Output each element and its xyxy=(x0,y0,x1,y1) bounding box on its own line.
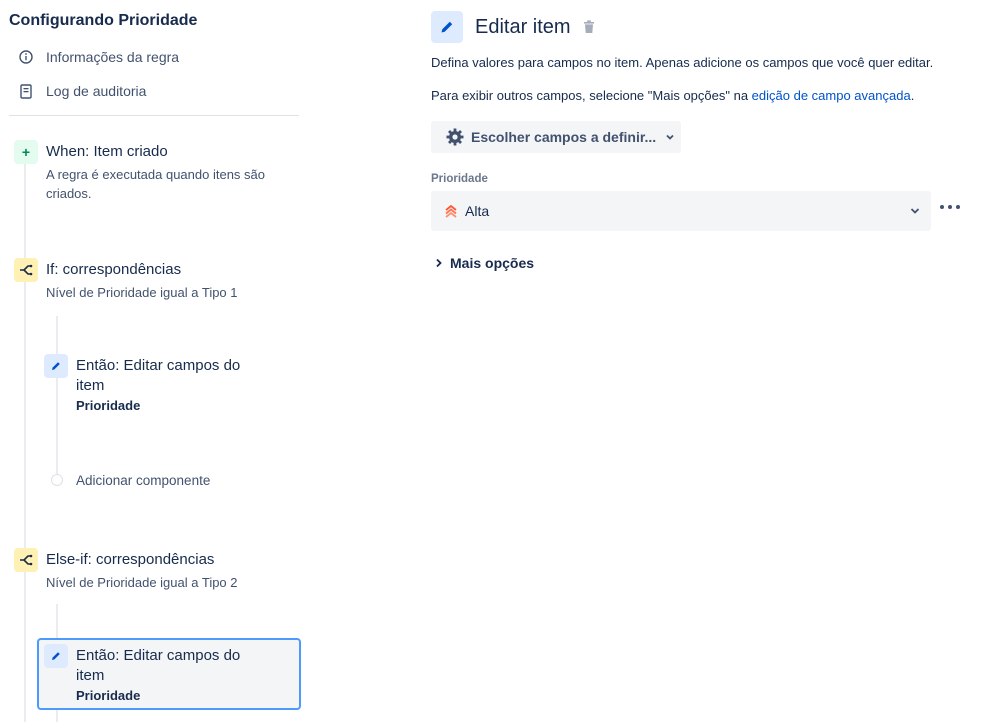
chevron-down-icon xyxy=(910,208,920,214)
rule-title: Configurando Prioridade xyxy=(9,12,198,29)
audit-log-link[interactable]: Log de auditoria xyxy=(18,83,146,99)
if-condition-description: Nível de Prioridade igual a Tipo 1 xyxy=(46,285,238,300)
more-options-toggle[interactable]: Mais opções xyxy=(434,255,534,271)
trigger-badge: + xyxy=(14,140,38,164)
choose-fields-button[interactable]: Escolher campos a definir... xyxy=(431,121,681,153)
priority-value: Alta xyxy=(465,203,490,219)
divider xyxy=(9,115,299,116)
action-2-title-line-2: item xyxy=(76,667,105,684)
more-options-label: Mais opções xyxy=(450,255,535,271)
action-1-field: Prioridade xyxy=(76,398,141,413)
info-icon xyxy=(18,49,34,65)
panel-description: Defina valores para campos no item. Apen… xyxy=(431,55,934,70)
audit-log-label: Log de auditoria xyxy=(46,83,147,99)
more-actions-icon[interactable] xyxy=(940,200,960,214)
branch-icon xyxy=(14,548,38,572)
priority-select[interactable]: Alta xyxy=(431,191,931,231)
panel-hint-text: Para exibir outros campos, selecione "Ma… xyxy=(431,88,752,103)
action-2-title-line-1: Então: Editar campos do xyxy=(76,647,241,664)
else-if-condition-title: Else-if: correspondências xyxy=(46,551,215,568)
action-1-title-line-1: Então: Editar campos do xyxy=(76,357,241,374)
document-icon xyxy=(18,83,34,99)
flow-connector xyxy=(24,164,26,722)
panel-title: Editar item xyxy=(475,16,571,38)
trigger-title: When: Item criado xyxy=(46,143,168,160)
choose-fields-label: Escolher campos a definir... xyxy=(471,129,657,145)
branch-icon xyxy=(14,258,38,282)
priority-highest-icon xyxy=(445,204,457,218)
chevron-right-icon xyxy=(436,258,442,268)
trigger-description-line-1: A regra é executada quando itens são xyxy=(46,167,265,182)
gear-icon xyxy=(446,128,464,146)
rule-details-label: Informações da regra xyxy=(46,49,180,65)
add-component-button[interactable]: Adicionar componente xyxy=(76,473,210,488)
add-component-dot xyxy=(51,474,63,486)
if-condition-title: If: correspondências xyxy=(46,261,182,278)
rule-sidebar: Configurando Prioridade Informações da r… xyxy=(0,0,310,722)
chevron-down-icon xyxy=(666,134,674,140)
edit-icon xyxy=(44,644,68,668)
trash-icon[interactable] xyxy=(583,20,597,36)
edit-icon xyxy=(431,11,463,43)
action-2-field: Prioridade xyxy=(76,688,141,703)
else-if-condition-description: Nível de Prioridade igual a Tipo 2 xyxy=(46,575,238,590)
edit-icon xyxy=(44,354,68,378)
priority-field-label: Prioridade xyxy=(431,173,488,185)
rule-details-link[interactable]: Informações da regra xyxy=(18,49,179,65)
panel-hint: Para exibir outros campos, selecione "Ma… xyxy=(431,88,914,103)
panel-hint-suffix: . xyxy=(910,88,915,103)
action-1-title-line-2: item xyxy=(76,377,105,394)
advanced-field-editing-link[interactable]: edição de campo avançada xyxy=(752,88,911,103)
branch-connector-1 xyxy=(56,316,58,476)
trigger-description-line-2: criados. xyxy=(46,186,92,201)
